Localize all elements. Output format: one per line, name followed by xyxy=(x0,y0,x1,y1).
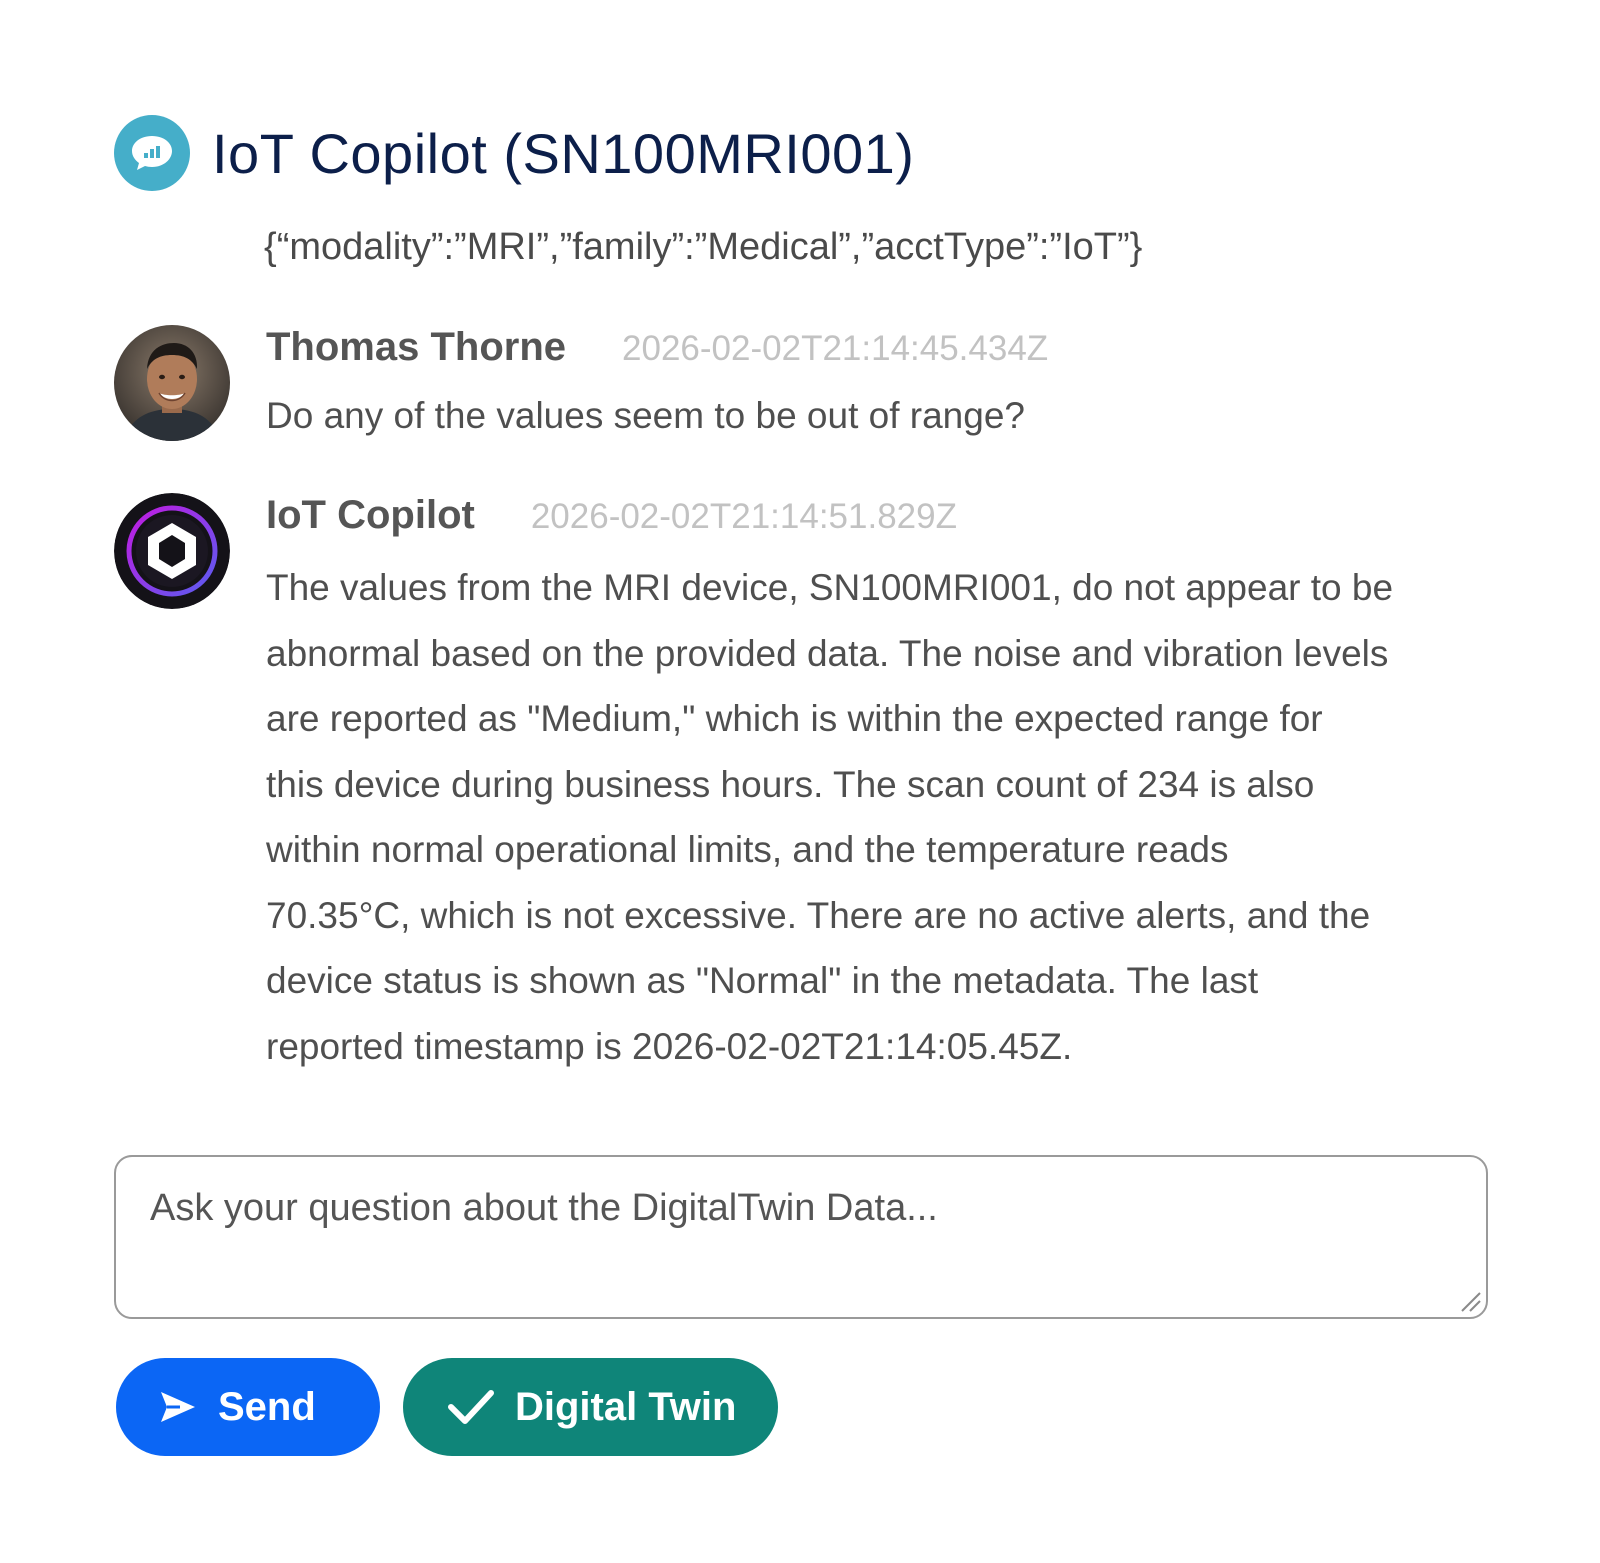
message-timestamp: 2026-02-02T21:14:45.434Z xyxy=(622,329,1049,368)
input-placeholder: Ask your question about the DigitalTwin … xyxy=(150,1187,938,1229)
message-line: within normal operational limits, and th… xyxy=(266,829,1229,870)
copilot-logo-avatar xyxy=(114,493,230,609)
send-icon xyxy=(158,1389,198,1425)
message-timestamp: 2026-02-02T21:14:51.829Z xyxy=(530,497,957,536)
page-title: IoT Copilot (SN100MRI001) xyxy=(212,121,915,185)
message-text: Do any of the values seem to be out of r… xyxy=(266,395,1025,436)
chat-bubble-icon xyxy=(114,115,190,191)
header: IoT Copilot (SN100MRI001) xyxy=(114,115,914,191)
message-line: device status is shown as "Normal" in th… xyxy=(266,960,1259,1001)
message-copilot: IoT Copilot 2026-02-02T21:14:51.829Z The… xyxy=(114,493,1494,1093)
resize-handle-icon[interactable] xyxy=(1456,1287,1482,1313)
user-photo-avatar xyxy=(114,325,230,441)
message-line: The values from the MRI device, SN100MRI… xyxy=(266,567,1394,608)
message-line: reported timestamp is 2026-02-02T21:14:0… xyxy=(266,1025,1073,1067)
message-line: this device during business hours. The s… xyxy=(266,763,1315,805)
message-line: abnormal based on the provided data. The… xyxy=(266,632,1389,674)
message-text: The values from the MRI device, SN100MRI… xyxy=(266,555,1506,1079)
message-line: are reported as "Medium," which is withi… xyxy=(266,698,1323,739)
digital-twin-button[interactable]: Digital Twin xyxy=(403,1358,778,1456)
checkmark-icon xyxy=(447,1387,495,1427)
message-header: Thomas Thorne 2026-02-02T21:14:45.434Z xyxy=(266,325,1048,370)
device-metadata: {“modality”:”MRI”,”family”:”Medical”,”ac… xyxy=(264,226,1143,268)
message-header: IoT Copilot 2026-02-02T21:14:51.829Z xyxy=(266,493,957,538)
send-label: Send xyxy=(218,1384,316,1429)
digital-twin-label: Digital Twin xyxy=(515,1384,737,1429)
message-line: 70.35°C, which is not excessive. There a… xyxy=(266,894,1371,936)
send-button[interactable]: Send xyxy=(116,1358,380,1456)
author-name: Thomas Thorne xyxy=(266,325,567,369)
author-name: IoT Copilot xyxy=(266,493,475,537)
message-user: Thomas Thorne 2026-02-02T21:14:45.434Z D… xyxy=(114,325,1494,445)
chat-panel: IoT Copilot (SN100MRI001) {“modality”:”M… xyxy=(0,0,1600,1563)
question-input[interactable]: Ask your question about the DigitalTwin … xyxy=(114,1155,1488,1319)
